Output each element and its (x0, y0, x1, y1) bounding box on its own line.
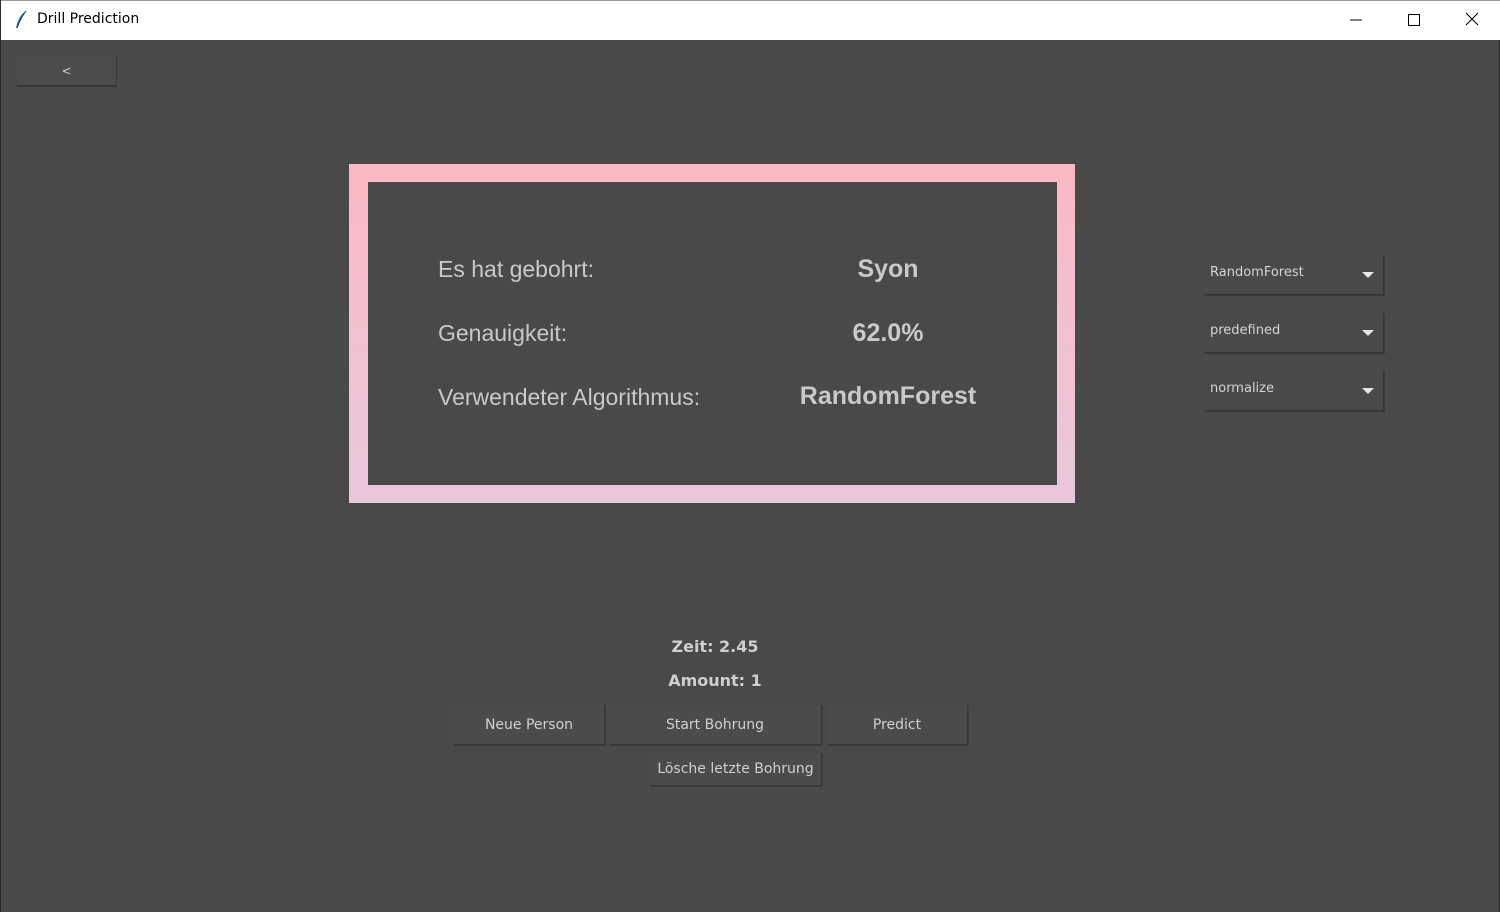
maximize-icon (1408, 11, 1420, 30)
new-person-button[interactable]: Neue Person (454, 705, 605, 745)
algorithm-value: RandomForest (799, 382, 977, 410)
feather-icon (13, 10, 29, 30)
delete-last-drilling-button[interactable]: Lösche letzte Bohrung (650, 753, 822, 786)
dataset-select[interactable]: predefined (1204, 313, 1384, 353)
time-readout: Zeit: 2.45 (671, 637, 759, 656)
minimize-button[interactable] (1327, 1, 1385, 40)
algorithm-select-value: RandomForest (1210, 265, 1304, 280)
start-drilling-button[interactable]: Start Bohrung (609, 705, 822, 745)
back-button[interactable]: < (17, 56, 117, 86)
title-bar: Drill Prediction (1, 0, 1500, 40)
result-panel: Es hat gebohrt: Syon Genauigkeit: 62.0% … (349, 164, 1075, 503)
result-content: Es hat gebohrt: Syon Genauigkeit: 62.0% … (368, 182, 1057, 485)
minimize-icon (1350, 11, 1362, 30)
window-title: Drill Prediction (37, 11, 140, 27)
driller-label: Es hat gebohrt: (438, 256, 594, 282)
accuracy-label: Genauigkeit: (438, 320, 568, 346)
amount-readout: Amount: 1 (668, 671, 762, 690)
close-button[interactable] (1443, 1, 1500, 40)
chevron-down-icon[interactable] (1362, 330, 1374, 336)
maximize-button[interactable] (1385, 1, 1443, 40)
preprocessing-select-value: normalize (1210, 381, 1274, 396)
predict-button[interactable]: Predict (827, 705, 968, 745)
accuracy-value: 62.0% (852, 319, 924, 347)
driller-value: Syon (857, 255, 919, 283)
chevron-down-icon[interactable] (1362, 272, 1374, 278)
chevron-down-icon[interactable] (1362, 388, 1374, 394)
algorithm-label: Verwendeter Algorithmus: (438, 384, 701, 410)
algorithm-select[interactable]: RandomForest (1204, 255, 1384, 295)
app-window: Drill Prediction < Es hat gebohrt: Syon … (0, 0, 1500, 912)
preprocessing-select[interactable]: normalize (1204, 371, 1384, 411)
dataset-select-value: predefined (1210, 323, 1281, 338)
close-icon (1465, 11, 1479, 30)
